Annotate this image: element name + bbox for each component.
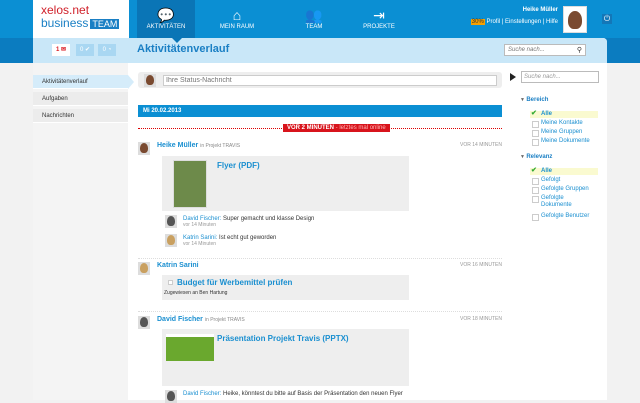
profil-link[interactable]: Profil bbox=[486, 19, 500, 25]
filter-gefolgte-benutzer[interactable]: Gefolgte Benutzer bbox=[530, 213, 598, 221]
collapse-arrow-icon[interactable] bbox=[510, 73, 516, 81]
pdf-thumbnail bbox=[173, 160, 207, 208]
sidebar-item-nachrichten[interactable]: Nachrichten bbox=[33, 109, 128, 123]
sidebar: Aktivitätenverlauf Aufgaben Nachrichten bbox=[33, 63, 134, 400]
status-box bbox=[138, 72, 502, 88]
sidebar-item-aktivitaetenverlauf[interactable]: Aktivitätenverlauf bbox=[33, 75, 134, 89]
mail-icon: ✉ bbox=[60, 47, 67, 53]
filter-gefolgte-dokumente[interactable]: Gefolgte Dokumente bbox=[530, 195, 580, 209]
filter-relevanz-alle[interactable]: Alle bbox=[530, 167, 598, 175]
nav-mein-raum[interactable]: ⌂ MEIN RAUM bbox=[208, 0, 266, 38]
author-link[interactable]: Heike Müller bbox=[157, 142, 198, 149]
file-card[interactable]: Präsentation Projekt Travis (PPTX) bbox=[162, 329, 409, 386]
speech-bubbles-icon: 💬 bbox=[157, 7, 175, 23]
file-title-link[interactable]: Präsentation Projekt Travis (PPTX) bbox=[217, 334, 349, 343]
avatar bbox=[138, 262, 150, 275]
filter-meine-kontakte[interactable]: Meine Kontakte bbox=[530, 120, 598, 128]
avatar bbox=[165, 234, 177, 247]
people-icon: 👥 bbox=[305, 7, 323, 23]
avatar bbox=[165, 390, 177, 403]
task-card[interactable]: Budget für Werbemittel prüfen Zugewiesen… bbox=[162, 275, 409, 300]
home-icon: ⌂ bbox=[232, 7, 242, 23]
einstellungen-link[interactable]: Einstellungen bbox=[505, 19, 541, 25]
feed-counter[interactable]: 0 ◔ bbox=[98, 44, 116, 56]
last-online-divider: VOR 2 MINUTEN - letztes mal online bbox=[138, 124, 502, 132]
logout-icon[interactable]: ⏻ bbox=[602, 14, 612, 24]
avatar bbox=[138, 316, 150, 329]
status-input[interactable] bbox=[163, 75, 497, 86]
profile-progress: 30% bbox=[470, 19, 485, 25]
user-avatar[interactable] bbox=[563, 6, 587, 33]
task-checkbox[interactable] bbox=[168, 280, 173, 285]
file-card[interactable]: Flyer (PDF) bbox=[162, 156, 409, 211]
divider bbox=[138, 311, 502, 312]
enter-icon: ⇥ bbox=[373, 7, 385, 23]
author-link[interactable]: David Fischer bbox=[157, 316, 203, 323]
check-icon: ✔ bbox=[84, 47, 91, 53]
avatar bbox=[144, 74, 156, 87]
avatar bbox=[165, 215, 177, 228]
logo[interactable]: xelos.net business TEAM bbox=[33, 0, 129, 38]
page-title: Aktivitätenverlauf bbox=[137, 43, 230, 55]
hilfe-link[interactable]: Hilfe bbox=[546, 19, 558, 25]
nav-aktivitaeten[interactable]: 💬 AKTIVITÄTEN bbox=[137, 0, 195, 38]
search-input[interactable]: Suche nach... ⚲ bbox=[504, 44, 586, 56]
divider bbox=[138, 258, 502, 259]
sidebar-item-aufgaben[interactable]: Aufgaben bbox=[33, 92, 128, 106]
rss-icon: ◔ bbox=[107, 47, 112, 53]
filter-search-input[interactable]: Suche nach... bbox=[521, 71, 599, 83]
filter-bereich-alle[interactable]: Alle bbox=[530, 110, 598, 118]
date-header: Mi 20.02.2013 bbox=[138, 105, 502, 117]
filter-group-bereich[interactable]: Bereich bbox=[520, 97, 548, 103]
file-title-link[interactable]: Flyer (PDF) bbox=[217, 161, 260, 170]
nav-team[interactable]: 👥 TEAM bbox=[285, 0, 343, 38]
messages-counter[interactable]: 1 ✉ bbox=[52, 44, 70, 56]
pptx-thumbnail bbox=[166, 334, 214, 361]
filter-gefolgt[interactable]: Gefolgt bbox=[530, 177, 598, 185]
user-menu: Heike Müller 30% Profil | Einstellungen … bbox=[470, 7, 558, 25]
filter-meine-dokumente[interactable]: Meine Dokumente bbox=[530, 138, 598, 146]
task-title-link[interactable]: Budget für Werbemittel prüfen bbox=[177, 278, 292, 287]
tasks-counter[interactable]: 0 ✔ bbox=[76, 44, 94, 56]
search-icon[interactable]: ⚲ bbox=[577, 46, 582, 54]
filter-gefolgte-gruppen[interactable]: Gefolgte Gruppen bbox=[530, 186, 598, 194]
nav-projekte[interactable]: ⇥ PROJEKTE bbox=[350, 0, 408, 38]
filter-group-relevanz[interactable]: Relevanz bbox=[520, 154, 552, 160]
author-link[interactable]: Katrin Sarini bbox=[157, 262, 199, 269]
avatar bbox=[138, 142, 150, 155]
filter-meine-gruppen[interactable]: Meine Gruppen bbox=[530, 129, 598, 137]
